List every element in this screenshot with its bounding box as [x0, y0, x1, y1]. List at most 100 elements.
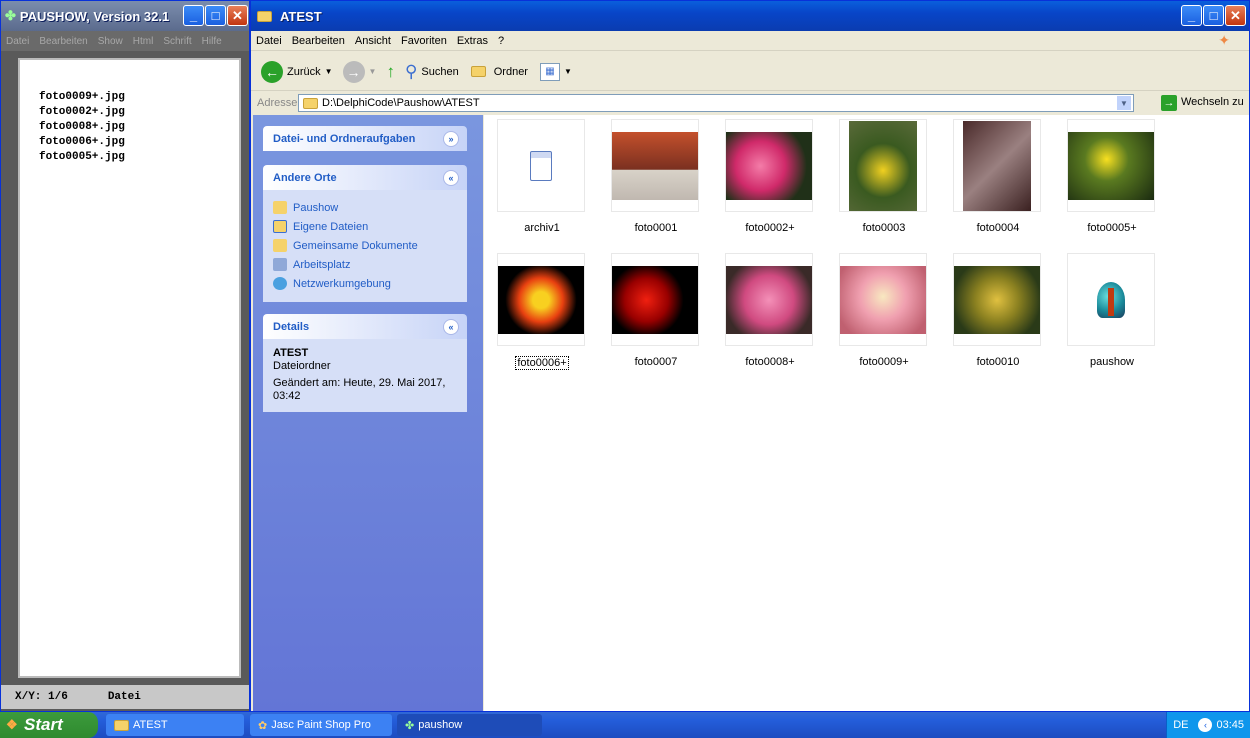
search-icon[interactable]: ⚲: [405, 62, 417, 82]
list-item[interactable]: foto0006+.jpg: [20, 135, 239, 150]
file-tile[interactable]: foto0001: [611, 119, 701, 234]
language-indicator[interactable]: DE: [1173, 719, 1188, 731]
views-icon[interactable]: ▦: [539, 62, 560, 81]
explorer-titlebar[interactable]: ATEST _ □ ✕: [251, 1, 1249, 31]
place-link-netzwerkumgebung[interactable]: Netzwerkumgebung: [273, 274, 457, 293]
file-tile[interactable]: foto0010: [953, 253, 1043, 368]
menu-schrift[interactable]: Schrift: [158, 36, 196, 47]
place-link-eigene-dateien[interactable]: Eigene Dateien: [273, 217, 457, 236]
dropdown-arrow-icon[interactable]: ▼: [564, 67, 572, 76]
address-dropdown-icon[interactable]: ▼: [1117, 96, 1131, 110]
places-panel-header[interactable]: Andere Orte «: [263, 165, 467, 190]
file-name: foto0007: [634, 356, 678, 368]
close-button[interactable]: ✕: [227, 5, 248, 26]
dropdown-arrow-icon[interactable]: ▼: [325, 67, 333, 76]
file-tile[interactable]: foto0008+: [725, 253, 815, 368]
place-link-paushow[interactable]: Paushow: [273, 198, 457, 217]
collapse-icon[interactable]: «: [443, 319, 459, 335]
task-label: Jasc Paint Shop Pro: [271, 719, 371, 731]
menu-bearbeiten[interactable]: Bearbeiten: [287, 35, 350, 47]
menu-show[interactable]: Show: [93, 36, 128, 47]
menu-datei[interactable]: Datei: [251, 35, 287, 47]
taskbar-item-paint-shop-pro[interactable]: ✿ Jasc Paint Shop Pro: [250, 714, 392, 736]
windows-logo-icon: ✦: [1218, 32, 1230, 48]
expand-icon[interactable]: »: [443, 131, 459, 147]
search-button[interactable]: Suchen: [421, 66, 458, 78]
place-label: Netzwerkumgebung: [293, 277, 391, 290]
menu-extras[interactable]: Extras: [452, 35, 493, 47]
folders-icon[interactable]: [470, 66, 486, 77]
paint-shop-icon: ✿: [258, 719, 268, 732]
tasks-panel: Datei- und Ordneraufgaben »: [263, 126, 467, 151]
tray-arrow-icon[interactable]: ‹: [1198, 718, 1213, 732]
task-label: paushow: [418, 719, 463, 731]
folder-icon: [257, 10, 272, 22]
maximize-button[interactable]: □: [205, 5, 226, 26]
file-tile[interactable]: foto0005+: [1067, 119, 1157, 234]
go-arrow-icon[interactable]: →: [1161, 95, 1177, 111]
place-label: Arbeitsplatz: [293, 258, 351, 271]
go-button[interactable]: Wechseln zu: [1181, 96, 1244, 108]
paushow-titlebar[interactable]: ✤ PAUSHOW, Version 32.1 _ □ ✕: [1, 1, 249, 31]
file-tile[interactable]: foto0009+: [839, 253, 929, 368]
menu-help[interactable]: ?: [493, 35, 509, 47]
thumbnail-image: [725, 253, 813, 346]
file-tile[interactable]: foto0004: [953, 119, 1043, 234]
back-arrow-icon[interactable]: ←: [261, 60, 283, 83]
place-link-arbeitsplatz[interactable]: Arbeitsplatz: [273, 255, 457, 274]
file-name: archiv1: [524, 222, 560, 234]
list-item[interactable]: foto0008+.jpg: [20, 120, 239, 135]
clock[interactable]: 03:45: [1216, 719, 1244, 731]
file-name: foto0006+: [515, 356, 569, 370]
file-tile[interactable]: paushow: [1067, 253, 1157, 368]
status-label: Datei: [107, 691, 141, 703]
file-tile[interactable]: archiv1: [497, 119, 587, 234]
file-tile[interactable]: foto0002+: [725, 119, 815, 234]
file-name: foto0005+: [1087, 222, 1137, 234]
place-link-gemeinsame-dokumente[interactable]: Gemeinsame Dokumente: [273, 236, 457, 255]
back-button[interactable]: Zurück: [287, 66, 321, 78]
maximize-button[interactable]: □: [1203, 5, 1224, 26]
taskbar-item-paushow[interactable]: ✤ paushow: [397, 714, 542, 736]
file-view: archiv1 foto0001 foto0002+ foto0003 foto…: [484, 115, 1249, 711]
dropdown-arrow-icon[interactable]: ▼: [369, 67, 377, 76]
address-field[interactable]: D:\DelphiCode\Paushow\ATEST ▼: [298, 94, 1134, 112]
paushow-menubar: Datei Bearbeiten Show Html Schrift Hilfe: [1, 31, 249, 51]
thumbnail-image: [839, 119, 927, 212]
taskbar: ❖ Start ATEST ✿ Jasc Paint Shop Pro ✤ pa…: [0, 712, 1250, 738]
file-tile[interactable]: foto0007: [611, 253, 701, 368]
taskbar-item-atest[interactable]: ATEST: [106, 714, 244, 736]
paushow-window: ✤ PAUSHOW, Version 32.1 _ □ ✕ Datei Bear…: [0, 0, 250, 712]
menu-ansicht[interactable]: Ansicht: [350, 35, 396, 47]
thumbnail-image: [497, 253, 585, 346]
minimize-button[interactable]: _: [183, 5, 204, 26]
menu-html[interactable]: Html: [128, 36, 159, 47]
menu-datei[interactable]: Datei: [1, 36, 34, 47]
start-button[interactable]: ❖ Start: [0, 712, 98, 738]
collapse-icon[interactable]: «: [443, 170, 459, 186]
file-name: foto0010: [976, 356, 1020, 368]
thumbnail-image: [725, 119, 813, 212]
minimize-button[interactable]: _: [1181, 5, 1202, 26]
close-button[interactable]: ✕: [1225, 5, 1246, 26]
folder-icon: [114, 719, 129, 731]
list-item[interactable]: foto0002+.jpg: [20, 105, 239, 120]
menu-favoriten[interactable]: Favoriten: [396, 35, 452, 47]
list-item[interactable]: foto0009+.jpg: [20, 90, 239, 105]
thumbnail-image: [611, 119, 699, 212]
file-tile[interactable]: foto0003: [839, 119, 929, 234]
menu-bearbeiten[interactable]: Bearbeiten: [34, 36, 92, 47]
file-listbox[interactable]: foto0009+.jpg foto0002+.jpg foto0008+.jp…: [18, 58, 241, 678]
file-name: foto0009+: [859, 356, 909, 368]
detail-name: ATEST: [273, 347, 309, 359]
forward-arrow-icon[interactable]: →: [342, 60, 365, 83]
details-panel-header[interactable]: Details «: [263, 314, 467, 339]
file-name: foto0001: [634, 222, 678, 234]
file-tile[interactable]: foto0006+: [497, 253, 587, 370]
up-folder-icon[interactable]: ↑: [386, 62, 395, 82]
list-item[interactable]: foto0005+.jpg: [20, 150, 239, 165]
address-value: D:\DelphiCode\Paushow\ATEST: [322, 97, 480, 109]
tasks-panel-header[interactable]: Datei- und Ordneraufgaben »: [263, 126, 467, 151]
menu-hilfe[interactable]: Hilfe: [197, 36, 227, 47]
folders-button[interactable]: Ordner: [494, 66, 528, 78]
